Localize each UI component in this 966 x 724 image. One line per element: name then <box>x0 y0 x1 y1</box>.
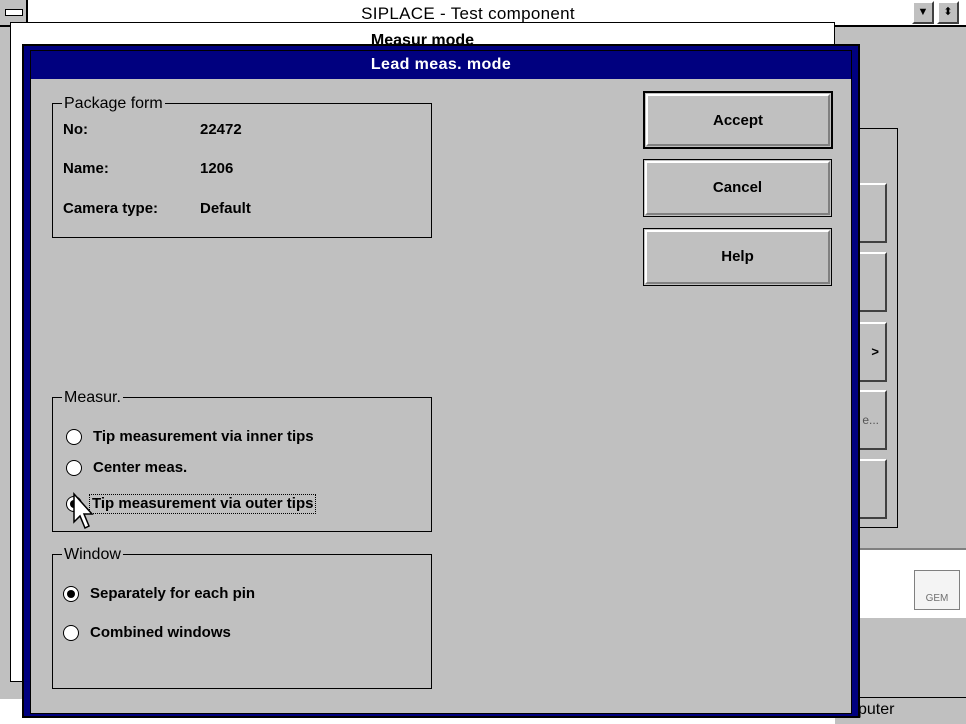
radio-inner-tips[interactable] <box>66 429 82 445</box>
accept-button[interactable]: Accept <box>643 91 833 149</box>
radio-inner-tips-label[interactable]: Tip measurement via inner tips <box>93 428 314 446</box>
radio-combined-label[interactable]: Combined windows <box>90 624 231 642</box>
no-label: No: <box>63 121 88 138</box>
window-group: Window <box>52 546 432 689</box>
name-value: 1206 <box>200 160 234 177</box>
accept-button-label: Accept <box>646 94 830 146</box>
help-button-label: Help <box>645 230 830 284</box>
status-text: puter <box>858 701 895 718</box>
minimize-button[interactable]: ▼ <box>912 1 934 24</box>
maximize-button[interactable]: ⬍ <box>937 1 959 24</box>
measur-legend: Measur. <box>62 389 123 407</box>
mouse-cursor-icon <box>73 492 94 530</box>
package-form-legend: Package form <box>62 95 165 113</box>
no-value: 22472 <box>200 121 242 138</box>
cancel-button[interactable]: Cancel <box>643 159 832 217</box>
measur-mode-title: Measur mode <box>370 32 475 49</box>
window-legend: Window <box>62 546 123 564</box>
camera-type-label: Camera type: <box>63 200 159 217</box>
radio-center-meas[interactable] <box>66 460 82 476</box>
radio-separately[interactable] <box>63 586 79 602</box>
name-label: Name: <box>63 160 109 177</box>
camera-type-value: Default <box>200 200 251 217</box>
dialog-title: Lead meas. mode <box>370 56 512 73</box>
radio-center-meas-label[interactable]: Center meas. <box>93 459 187 477</box>
help-button[interactable]: Help <box>643 228 832 286</box>
radio-combined[interactable] <box>63 625 79 641</box>
radio-separately-label[interactable]: Separately for each pin <box>90 585 255 603</box>
radio-outer-tips-label[interactable]: Tip measurement via outer tips <box>89 494 317 514</box>
gem-mail-icon[interactable]: GEM <box>914 570 960 610</box>
cancel-button-label: Cancel <box>645 161 830 215</box>
